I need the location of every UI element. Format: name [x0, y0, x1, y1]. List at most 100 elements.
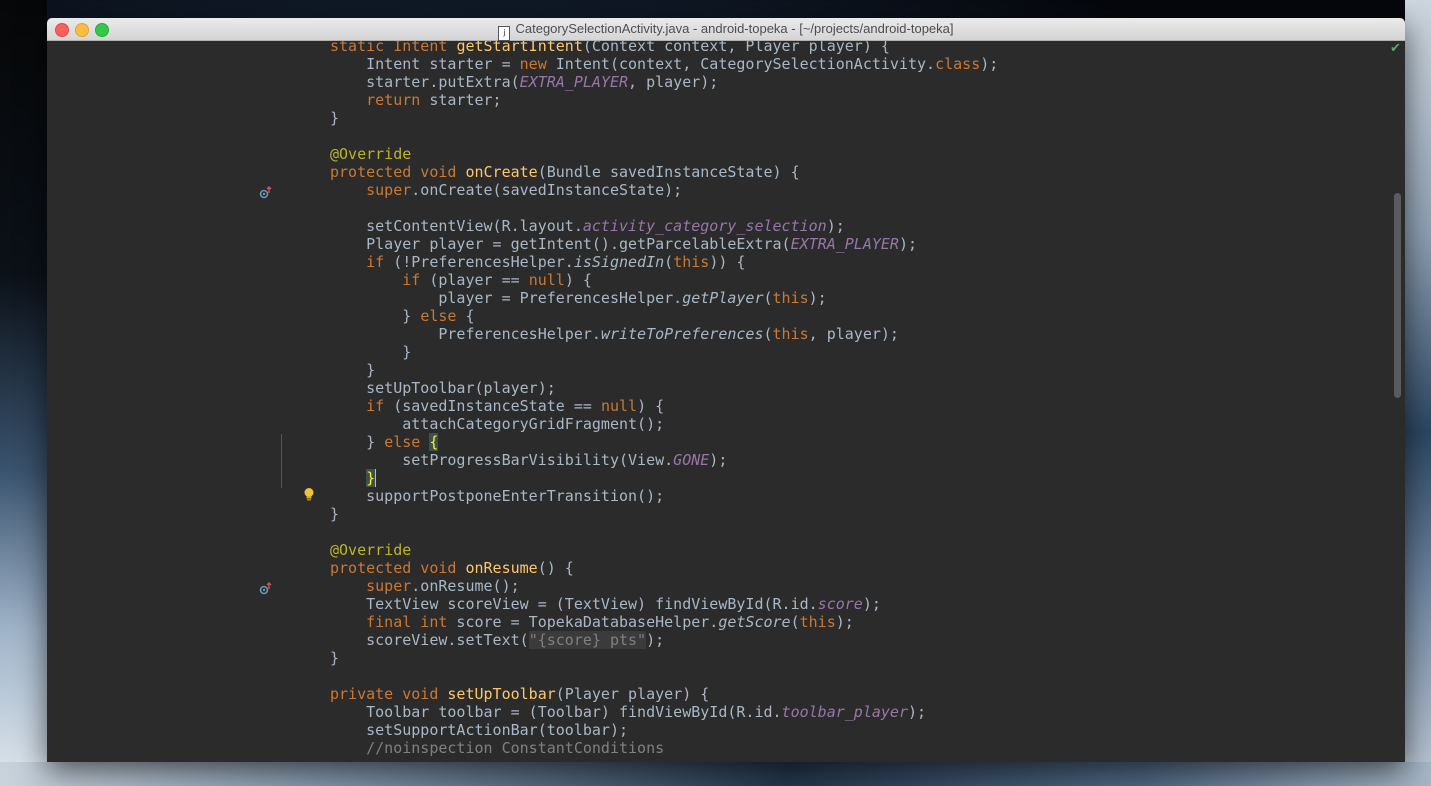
- code-token: new: [519, 55, 547, 73]
- close-window-button[interactable]: [55, 23, 69, 37]
- code-token: this: [772, 325, 809, 343]
- code-line[interactable]: attachCategoryGridFragment();: [330, 415, 998, 433]
- code-line[interactable]: super.onCreate(savedInstanceState);: [330, 181, 998, 199]
- code-line[interactable]: final int score = TopekaDatabaseHelper.g…: [330, 613, 998, 631]
- source-code[interactable]: static Intent getStartIntent(Context con…: [47, 41, 1405, 757]
- code-line[interactable]: }: [330, 649, 998, 667]
- code-line[interactable]: setContentView(R.layout.activity_categor…: [330, 217, 998, 235]
- title-bar[interactable]: j CategorySelectionActivity.java - androi…: [47, 18, 1405, 41]
- code-line[interactable]: starter.putExtra(EXTRA_PLAYER, player);: [330, 73, 998, 91]
- code-line[interactable]: [330, 523, 998, 541]
- code-token: );: [826, 217, 845, 235]
- code-line[interactable]: TextView scoreView = (TextView) findView…: [330, 595, 998, 613]
- code-line[interactable]: setSupportActionBar(toolbar);: [330, 721, 998, 739]
- code-line[interactable]: if (player == null) {: [330, 271, 998, 289]
- code-line[interactable]: } else {: [330, 307, 998, 325]
- code-line[interactable]: PreferencesHelper.writeToPreferences(thi…: [330, 325, 998, 343]
- window-title-area: j CategorySelectionActivity.java - androi…: [47, 18, 1405, 41]
- code-line[interactable]: super.onResume();: [330, 577, 998, 595]
- code-line[interactable]: }: [47, 469, 1405, 487]
- code-token: protected void: [330, 559, 466, 577]
- code-line[interactable]: @Override: [330, 145, 998, 163]
- lightbulb-icon[interactable]: [302, 486, 316, 501]
- code-line[interactable]: }: [330, 343, 998, 361]
- code-token: supportPostponeEnterTransition();: [330, 487, 665, 505]
- code-line[interactable]: [330, 199, 998, 217]
- code-token: (Player player) {: [555, 685, 710, 703]
- code-line[interactable]: [330, 127, 998, 145]
- code-line[interactable]: return starter;: [330, 91, 998, 109]
- code-token: PreferencesHelper.: [330, 325, 601, 343]
- code-token: null: [600, 397, 638, 415]
- code-line[interactable]: }: [330, 361, 998, 379]
- desktop-wallpaper-bottom: [0, 762, 1431, 786]
- code-line[interactable]: player = PreferencesHelper.getPlayer(thi…: [330, 289, 998, 307]
- code-line[interactable]: setUpToolbar(player);: [330, 379, 998, 397]
- code-line[interactable]: scoreView.setText("{score} pts");: [330, 631, 998, 649]
- code-token: class: [935, 55, 981, 73]
- desktop-wallpaper-right: [1405, 0, 1431, 786]
- override-marker-icon[interactable]: [259, 185, 273, 199]
- code-token: onCreate: [465, 163, 538, 181]
- code-line[interactable]: Intent starter = new Intent(context, Cat…: [330, 55, 998, 73]
- code-token: null: [528, 271, 565, 289]
- check-icon: ✔: [1390, 41, 1401, 56]
- code-line[interactable]: private void setUpToolbar(Player player)…: [330, 685, 998, 703]
- code-line[interactable]: supportPostponeEnterTransition();: [330, 487, 998, 505]
- code-token: () {: [537, 559, 574, 577]
- code-token: writeToPreferences: [600, 325, 764, 343]
- code-token: }: [330, 109, 340, 127]
- code-token: setProgressBarVisibility(View.: [330, 451, 674, 469]
- code-token: }: [366, 469, 376, 487]
- code-line[interactable]: static Intent getStartIntent(Context con…: [330, 41, 998, 55]
- code-token: EXTRA_PLAYER: [519, 73, 629, 91]
- code-line[interactable]: setProgressBarVisibility(View.GONE);: [330, 451, 998, 469]
- code-token: toolbar_player: [781, 703, 908, 721]
- minimize-window-button[interactable]: [75, 23, 89, 37]
- code-token: getStartIntent: [456, 41, 583, 55]
- code-token: player = PreferencesHelper.: [330, 289, 683, 307]
- code-token: }: [330, 505, 340, 523]
- code-token: , player);: [628, 73, 719, 91]
- code-token: this: [799, 613, 836, 631]
- code-token: }: [330, 361, 376, 379]
- vertical-scrollbar-thumb[interactable]: [1394, 193, 1401, 398]
- code-token: (Context context, Player player) {: [582, 41, 890, 55]
- code-token: else: [384, 433, 421, 451]
- code-line[interactable]: @Override: [330, 541, 998, 559]
- code-token: }: [330, 649, 340, 667]
- zoom-window-button[interactable]: [95, 23, 109, 37]
- code-token: (: [763, 325, 773, 343]
- override-marker-icon[interactable]: [259, 581, 273, 595]
- code-line[interactable]: }: [330, 109, 998, 127]
- code-line[interactable]: if (savedInstanceState == null) {: [330, 397, 998, 415]
- code-editor[interactable]: static Intent getStartIntent(Context con…: [47, 41, 1405, 762]
- code-line[interactable]: [330, 667, 998, 685]
- code-token: }: [330, 307, 421, 325]
- code-line[interactable]: }: [330, 505, 998, 523]
- code-line[interactable]: } else {: [330, 433, 998, 451]
- code-token: (: [664, 253, 674, 271]
- window-title: CategorySelectionActivity.java - android…: [515, 21, 954, 36]
- code-line[interactable]: Player player = getIntent().getParcelabl…: [330, 235, 998, 253]
- code-token: ) {: [637, 397, 665, 415]
- code-token: Player player = getIntent().getParcelabl…: [330, 235, 791, 253]
- code-token: starter.putExtra(: [330, 73, 520, 91]
- code-token: (: [790, 613, 800, 631]
- code-line[interactable]: Toolbar toolbar = (Toolbar) findViewById…: [330, 703, 998, 721]
- code-token: Toolbar toolbar = (Toolbar) findViewById…: [330, 703, 782, 721]
- code-token: );: [646, 631, 665, 649]
- code-token: final int: [366, 613, 448, 631]
- code-line[interactable]: protected void onCreate(Bundle savedInst…: [330, 163, 998, 181]
- code-token: this: [772, 289, 809, 307]
- code-token: (Bundle savedInstanceState) {: [537, 163, 800, 181]
- code-token: setSupportActionBar(toolbar);: [330, 721, 629, 739]
- code-line[interactable]: if (!PreferencesHelper.isSignedIn(this))…: [330, 253, 998, 271]
- code-line[interactable]: protected void onResume() {: [330, 559, 998, 577]
- code-token: );: [835, 613, 854, 631]
- code-line[interactable]: //noinspection ConstantConditions: [330, 739, 998, 757]
